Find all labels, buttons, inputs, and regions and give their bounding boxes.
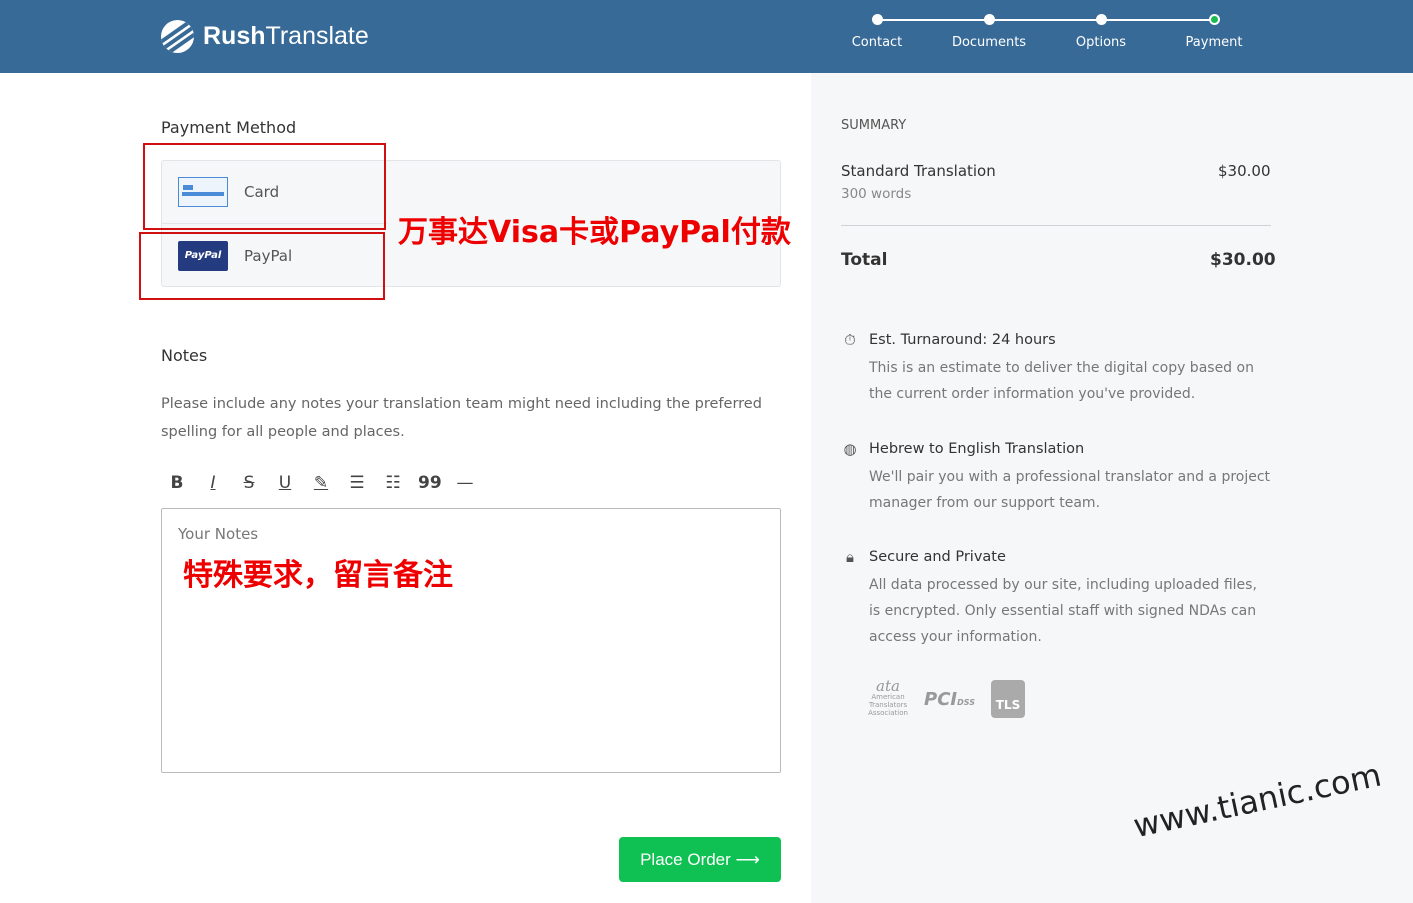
step-options[interactable]: Options bbox=[1051, 14, 1151, 50]
globe-icon: ◍ bbox=[843, 440, 857, 458]
step-documents[interactable]: Documents bbox=[939, 14, 1039, 50]
summary-item: Standard Translation bbox=[841, 162, 996, 180]
highlight-button[interactable]: ✎ bbox=[310, 473, 332, 497]
clock-icon: ⏱ bbox=[844, 331, 856, 349]
bold-button[interactable]: B bbox=[166, 473, 188, 497]
total-label: Total bbox=[841, 250, 888, 270]
step-contact[interactable]: Contact bbox=[827, 14, 927, 50]
progress-steps: Contact Documents Options Payment bbox=[852, 14, 1252, 54]
tls-badge: TLS bbox=[991, 680, 1025, 718]
notes-title: Notes bbox=[161, 346, 208, 365]
quote-button[interactable]: 99 bbox=[418, 473, 442, 497]
payment-annotation: 万事达Visa卡或PayPal付款 bbox=[398, 215, 791, 250]
lock-icon: 🔒︎ bbox=[846, 548, 854, 566]
logo[interactable]: RushTranslate bbox=[161, 20, 369, 53]
total-value: $30.00 bbox=[1210, 250, 1276, 270]
notes-annotation: 特殊要求，留言备注 bbox=[183, 558, 453, 593]
notes-placeholder: Your Notes bbox=[178, 525, 259, 543]
annotation-box-paypal bbox=[139, 232, 385, 300]
underline-button[interactable]: U bbox=[274, 473, 296, 497]
annotation-box-card bbox=[143, 143, 386, 230]
brand-light: Translate bbox=[265, 22, 369, 50]
payment-method-title: Payment Method bbox=[161, 118, 297, 137]
summary-item-words: 300 words bbox=[841, 186, 912, 202]
step-payment[interactable]: Payment bbox=[1164, 14, 1264, 50]
pci-dss-badge: PCIDSS bbox=[924, 688, 975, 710]
feature-security: 🔒︎ Secure and Private All data processed b… bbox=[841, 548, 1271, 650]
summary-divider bbox=[841, 225, 1271, 226]
place-order-button[interactable]: Place Order ⟶ bbox=[619, 837, 781, 882]
italic-button[interactable]: I bbox=[202, 473, 224, 497]
horizontal-rule-button[interactable]: — bbox=[454, 473, 476, 497]
editor-toolbar: B I S U ✎ ☰ ☷ 99 — bbox=[166, 473, 476, 497]
notes-description: Please include any notes your translatio… bbox=[161, 396, 762, 440]
header: RushTranslate Contact Documents Options … bbox=[0, 0, 1413, 73]
logo-icon bbox=[161, 20, 194, 53]
feature-language: ◍ Hebrew to English Translation We'll pair… bbox=[841, 440, 1271, 516]
numbered-list-button[interactable]: ☷ bbox=[382, 473, 404, 497]
ata-badge: ata American Translators Association bbox=[868, 676, 908, 717]
strikethrough-button[interactable]: S bbox=[238, 473, 260, 497]
trust-badges: ata American Translators Association PCID… bbox=[868, 676, 1025, 718]
feature-turnaround: ⏱ Est. Turnaround: 24 hours This is an est… bbox=[841, 331, 1271, 407]
notes-textarea[interactable]: Your Notes bbox=[161, 508, 781, 773]
summary-heading: SUMMARY bbox=[841, 118, 907, 133]
brand-bold: Rush bbox=[203, 22, 266, 50]
summary-item-price: $30.00 bbox=[1218, 162, 1271, 180]
bullet-list-button[interactable]: ☰ bbox=[346, 473, 368, 497]
